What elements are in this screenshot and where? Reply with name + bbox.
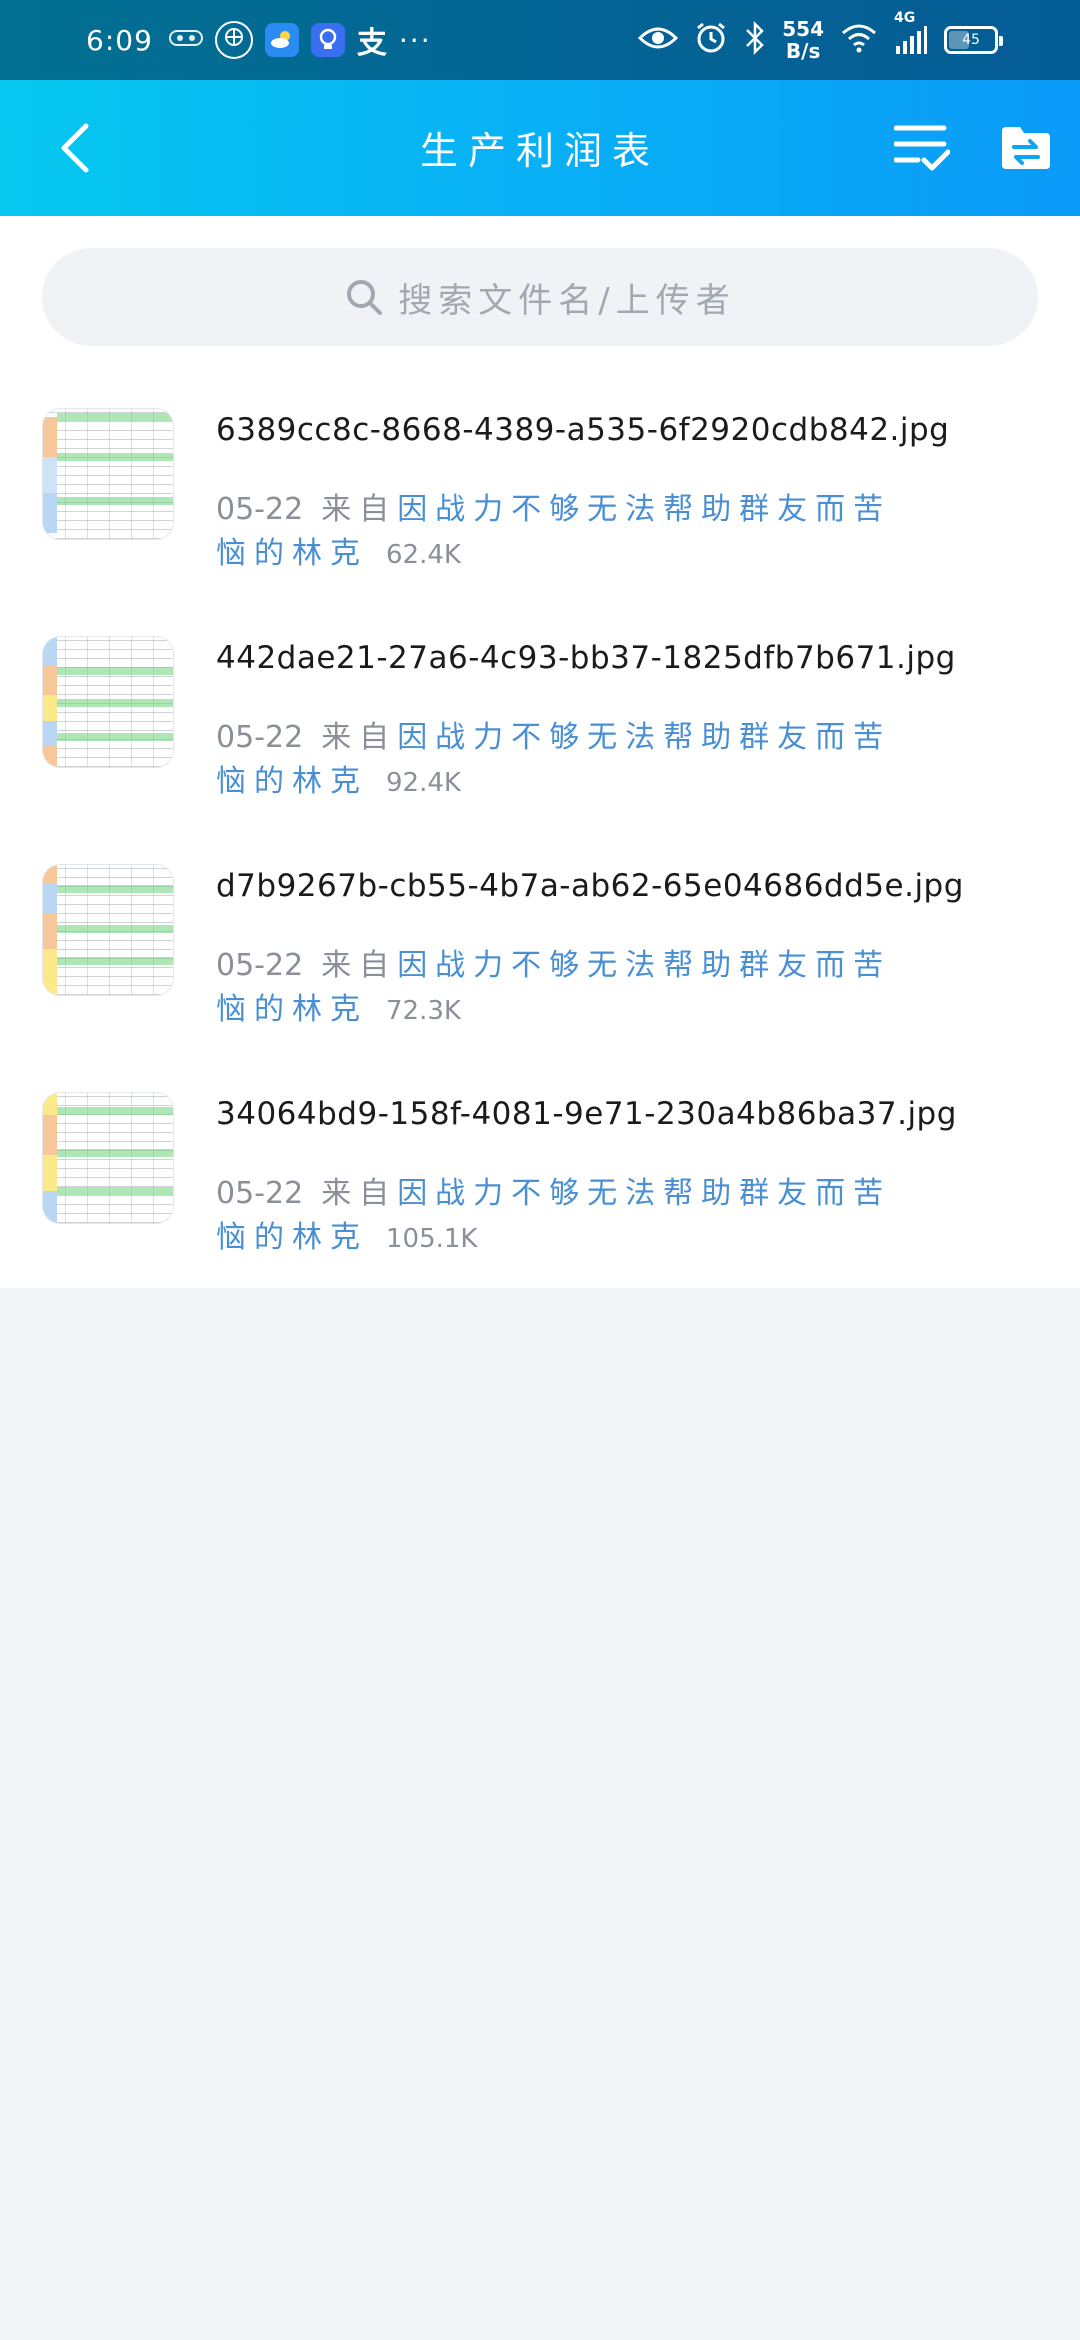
search-icon [347, 280, 383, 315]
folder-transfer-icon [1002, 127, 1050, 169]
chevron-left-icon [61, 123, 89, 173]
file-thumbnail[interactable] [42, 636, 174, 768]
status-time: 6:09 [86, 23, 153, 57]
file-date: 05-22 [216, 1176, 304, 1211]
globe-app-icon [214, 21, 253, 59]
thumbnail-header-row [57, 453, 173, 461]
thumbnail-header-row [57, 1107, 173, 1115]
thumbnail-color-band [43, 1191, 57, 1223]
file-date: 05-22 [216, 720, 304, 755]
uploader-link[interactable]: 因战力不够无法帮助群友而苦恼的林克 [216, 1176, 891, 1255]
thumbnail-color-band [43, 1115, 57, 1155]
battery-level: 45 [962, 32, 980, 48]
thumbnail-color-band [43, 949, 57, 995]
thumbnail-color-band [43, 721, 57, 745]
file-transfer-button[interactable] [994, 116, 1058, 180]
from-label: 来自 [321, 492, 398, 527]
hd-voice-icon [168, 28, 203, 52]
signal-icon [896, 26, 927, 54]
thumbnail-header-row [57, 497, 173, 505]
file-name[interactable]: 6389cc8c-8668-4389-a535-6f2920cdb842.jpg [216, 412, 949, 448]
file-meta: 05-22 来自因战力不够无法帮助群友而苦恼的林克 105.1K [216, 1172, 896, 1261]
wifi-icon [840, 23, 878, 57]
file-thumbnail[interactable] [42, 408, 174, 540]
list-check-icon [894, 125, 950, 171]
file-size: 62.4K [386, 540, 461, 570]
thumbnail-color-band [43, 913, 57, 949]
lightbulb-icon [310, 23, 345, 57]
file-meta: 05-22 来自因战力不够无法帮助群友而苦恼的林克 62.4K [216, 488, 896, 577]
spreadsheet-thumbnail-image [43, 409, 173, 539]
more-notifications-icon: ··· [398, 23, 432, 57]
status-right-group: 554 B/s 4G 45 [638, 10, 1003, 66]
thumbnail-color-band [43, 865, 57, 883]
thumbnail-color-band [43, 493, 57, 533]
file-name[interactable]: d7b9267b-cb55-4b7a-ab62-65e04686dd5e.jpg [216, 868, 964, 904]
thumbnail-color-band [43, 457, 57, 493]
uploader-link[interactable]: 因战力不够无法帮助群友而苦恼的林克 [216, 948, 891, 1027]
file-name[interactable]: 34064bd9-158f-4081-9e71-230a4b86ba37.jpg [216, 1096, 957, 1132]
thumbnail-header-row [57, 1149, 173, 1157]
app-header: 6:09 支 ··· 554 B/s 4G 45 生产利润表 [0, 0, 1080, 216]
status-bar: 6:09 支 ··· 554 B/s 4G 45 [0, 0, 1080, 80]
thumbnail-header-row [57, 957, 173, 965]
file-name[interactable]: 442dae21-27a6-4c93-bb37-1825dfb7b671.jpg [216, 640, 956, 676]
thumbnail-header-row [57, 925, 173, 933]
thumbnail-color-band [43, 637, 57, 665]
file-size: 105.1K [386, 1224, 478, 1254]
net-speed: 554 B/s [782, 18, 824, 62]
search-placeholder: 搜索文件名/上传者 [398, 280, 736, 321]
weather-icon [264, 23, 299, 57]
from-label: 来自 [321, 1176, 398, 1211]
file-date: 05-22 [216, 492, 304, 527]
file-size: 72.3K [386, 996, 461, 1026]
file-list-item[interactable]: 442dae21-27a6-4c93-bb37-1825dfb7b671.jpg… [0, 636, 1080, 864]
search-input[interactable]: 搜索文件名/上传者 [42, 248, 1038, 346]
net-speed-value: 554 [782, 17, 824, 41]
file-date: 05-22 [216, 948, 304, 983]
title-bar: 生产利润表 [0, 80, 1080, 216]
file-list-panel: 搜索文件名/上传者 6389cc8c-8668-4389-a535-6f2920… [0, 216, 1080, 1288]
thumbnail-color-band [43, 417, 57, 457]
file-list-item[interactable]: d7b9267b-cb55-4b7a-ab62-65e04686dd5e.jpg… [0, 864, 1080, 1092]
from-label: 来自 [321, 720, 398, 755]
from-label: 来自 [321, 948, 398, 983]
uploader-link[interactable]: 因战力不够无法帮助群友而苦恼的林克 [216, 492, 891, 571]
thumbnail-header-row [57, 885, 173, 893]
file-list-item[interactable]: 6389cc8c-8668-4389-a535-6f2920cdb842.jpg… [0, 408, 1080, 636]
network-type: 4G [894, 10, 916, 26]
file-meta: 05-22 来自因战力不够无法帮助群友而苦恼的林克 92.4K [216, 716, 896, 805]
thumbnail-header-row [57, 1187, 173, 1195]
file-size: 92.4K [386, 768, 461, 798]
thumbnail-header-row [57, 413, 173, 421]
net-speed-unit: B/s [785, 39, 821, 63]
back-button[interactable] [44, 116, 108, 180]
page-title: 生产利润表 [419, 129, 660, 173]
alarm-icon [694, 21, 728, 59]
bluetooth-icon [744, 20, 766, 59]
thumbnail-header-row [57, 733, 173, 741]
eye-icon [638, 24, 679, 56]
thumbnail-header-row [57, 699, 173, 707]
file-thumbnail[interactable] [42, 1092, 174, 1224]
battery-icon: 45 [944, 26, 1003, 54]
thumbnail-color-band [43, 665, 57, 695]
cell-signal: 4G [894, 10, 928, 56]
file-thumbnail[interactable] [42, 864, 174, 996]
thumbnail-color-band [43, 1093, 57, 1115]
status-left-group: 6:09 支 ··· [86, 16, 432, 64]
thumbnail-color-band [43, 883, 57, 913]
file-meta: 05-22 来自因战力不够无法帮助群友而苦恼的林克 72.3K [216, 944, 896, 1033]
thumbnail-color-band [43, 695, 57, 721]
file-list-item[interactable]: 34064bd9-158f-4081-9e71-230a4b86ba37.jpg… [0, 1092, 1080, 1320]
thumbnail-header-row [57, 667, 173, 675]
uploader-link[interactable]: 因战力不够无法帮助群友而苦恼的林克 [216, 720, 891, 799]
multi-select-button[interactable] [890, 116, 954, 180]
thumbnail-color-band [43, 745, 57, 767]
alipay-icon: 支 [356, 26, 387, 61]
thumbnail-color-band [43, 1155, 57, 1191]
